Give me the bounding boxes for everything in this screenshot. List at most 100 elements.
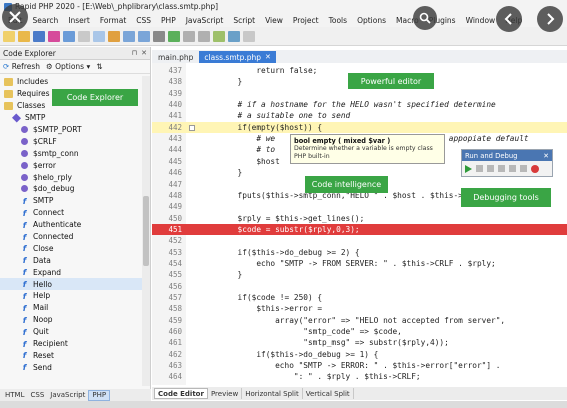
run-debug-close-icon[interactable]: ✕ [543, 152, 549, 160]
menu-view[interactable]: View [260, 16, 288, 25]
menu-javascript[interactable]: JavaScript [181, 16, 229, 25]
code-line[interactable]: 450 $rply = $this->get_lines(); [152, 213, 567, 224]
sort-icon[interactable]: ⇅ [96, 62, 102, 71]
menu-css[interactable]: CSS [131, 16, 156, 25]
tree-item[interactable]: f Mail [0, 302, 150, 314]
view-tab-preview[interactable]: Preview [208, 388, 243, 399]
code-line[interactable]: 464 ": " . $rply . $this->CRLF; [152, 371, 567, 382]
menu-script[interactable]: Script [228, 16, 260, 25]
language-tab-css[interactable]: CSS [27, 390, 47, 401]
indent-icon[interactable] [183, 30, 195, 42]
code-editor[interactable]: 437 return false; 438 } 439 440 # if a host… [152, 63, 567, 385]
save-icon[interactable] [33, 30, 45, 42]
close-overlay-button[interactable] [2, 4, 28, 30]
copy-icon[interactable] [93, 30, 105, 42]
tree-scrollbar[interactable] [142, 76, 150, 386]
tree-item[interactable]: f Data [0, 254, 150, 266]
language-tab-html[interactable]: HTML [2, 390, 27, 401]
menu-project[interactable]: Project [288, 16, 324, 25]
options-button[interactable]: ⚙ Options ▾ [46, 62, 90, 71]
browser-icon[interactable] [243, 30, 255, 42]
play-icon[interactable] [465, 164, 472, 173]
paste-icon[interactable] [108, 30, 120, 42]
code-line[interactable]: 441 # a suitable one to send [152, 110, 567, 121]
undo-icon[interactable] [123, 30, 135, 42]
tree-item[interactable]: $error [0, 159, 150, 171]
tree-item[interactable]: f SMTP [0, 195, 150, 207]
menu-insert[interactable]: Insert [63, 16, 95, 25]
refresh-button[interactable]: ⟳ Refresh [3, 62, 40, 71]
next-overlay-button[interactable] [537, 6, 563, 32]
code-line[interactable]: 440 # if a hostname for the HELO wasn't … [152, 99, 567, 110]
tab-class-smtp-php[interactable]: class.smtp.php ✕ [199, 51, 276, 63]
tree-item[interactable]: SMTP [0, 112, 150, 124]
view-tab-code-editor[interactable]: Code Editor [154, 388, 208, 399]
menu-options[interactable]: Options [352, 16, 391, 25]
tree-item[interactable]: f Quit [0, 326, 150, 338]
code-line[interactable]: 453 if($this->do_debug >= 2) { [152, 247, 567, 258]
run-icon[interactable] [168, 30, 180, 42]
redo-icon[interactable] [138, 30, 150, 42]
tree-item[interactable]: f Noop [0, 314, 150, 326]
find-icon[interactable] [153, 30, 165, 42]
outdent-icon[interactable] [198, 30, 210, 42]
tree-item[interactable]: $helo_rply [0, 171, 150, 183]
tree-item[interactable]: $CRLF [0, 135, 150, 147]
language-tab-php[interactable]: PHP [88, 389, 111, 401]
view-tab-vertical-split[interactable]: Vertical Split [303, 388, 354, 399]
tree-scrollbar-thumb[interactable] [143, 196, 149, 266]
close-panel-icon[interactable]: ✕ [141, 49, 147, 57]
tree-item[interactable]: $do_debug [0, 183, 150, 195]
view-tab-horizontal-split[interactable]: Horizontal Split [242, 388, 303, 399]
tree-item[interactable]: f Connected [0, 231, 150, 243]
code-line[interactable]: 463 echo "SMTP -> ERROR: " . $this->erro… [152, 360, 567, 371]
tree-item[interactable]: f Recipient [0, 338, 150, 350]
menu-php[interactable]: PHP [156, 16, 181, 25]
new-file-icon[interactable] [3, 30, 15, 42]
menu-tools[interactable]: Tools [324, 16, 352, 25]
print-icon[interactable] [63, 30, 75, 42]
code-line[interactable]: 454 echo "SMTP -> FROM SERVER: " . $this… [152, 258, 567, 269]
step-out-icon[interactable] [498, 165, 505, 172]
tab-main-php[interactable]: main.php [153, 51, 198, 63]
code-line[interactable]: 459 array("error" => "HELO not accepted … [152, 315, 567, 326]
comment-icon[interactable] [228, 30, 240, 42]
search-overlay-button[interactable] [413, 6, 437, 30]
menu-window[interactable]: Window [461, 16, 501, 25]
tab-close-icon[interactable]: ✕ [265, 53, 271, 61]
tree-item[interactable]: f Connect [0, 207, 150, 219]
code-line[interactable]: 456 [152, 281, 567, 292]
step-over-icon[interactable] [487, 165, 494, 172]
tree-item[interactable]: f Send [0, 361, 150, 373]
save-all-icon[interactable] [48, 30, 60, 42]
tree-item[interactable]: f Hello [0, 278, 150, 291]
cut-icon[interactable] [78, 30, 90, 42]
tree-item[interactable]: $smtp_conn [0, 147, 150, 159]
code-line[interactable]: 458 $this->error = [152, 303, 567, 314]
code-line[interactable]: 457 if($code != 250) { [152, 292, 567, 303]
pause-icon[interactable] [509, 165, 516, 172]
tree-item[interactable]: f Expand [0, 266, 150, 278]
stop-icon[interactable] [531, 164, 539, 173]
code-line[interactable]: 452 [152, 235, 567, 246]
tree-item[interactable]: f Reset [0, 349, 150, 361]
code-line[interactable]: 462 if($this->do_debug >= 1) { [152, 349, 567, 360]
pin-icon[interactable]: ⊓ [132, 49, 137, 57]
code-line[interactable]: 455 } [152, 269, 567, 280]
menu-format[interactable]: Format [95, 16, 131, 25]
tree-item[interactable]: $SMTP_PORT [0, 124, 150, 136]
fold-toggle-icon[interactable] [189, 124, 195, 131]
code-line[interactable]: 461 "smtp_msg" => substr($rply,4)); [152, 337, 567, 348]
code-line-breakpoint[interactable]: 451 $code = substr($rply,0,3); [152, 223, 567, 236]
previous-overlay-button[interactable] [496, 6, 522, 32]
code-line[interactable]: 442 if(empty($host)) { [152, 121, 567, 134]
step-into-icon[interactable] [476, 165, 483, 172]
language-tab-javascript[interactable]: JavaScript [47, 390, 88, 401]
tree-item[interactable]: f Help [0, 290, 150, 302]
code-line[interactable]: 460 "smtp_code" => $code, [152, 326, 567, 337]
tree-item[interactable]: f Close [0, 242, 150, 254]
bookmark-icon[interactable] [213, 30, 225, 42]
tree-item[interactable]: Includes [0, 76, 150, 88]
code-line[interactable]: 439 [152, 88, 567, 99]
tree-item[interactable]: f Authenticate [0, 219, 150, 231]
